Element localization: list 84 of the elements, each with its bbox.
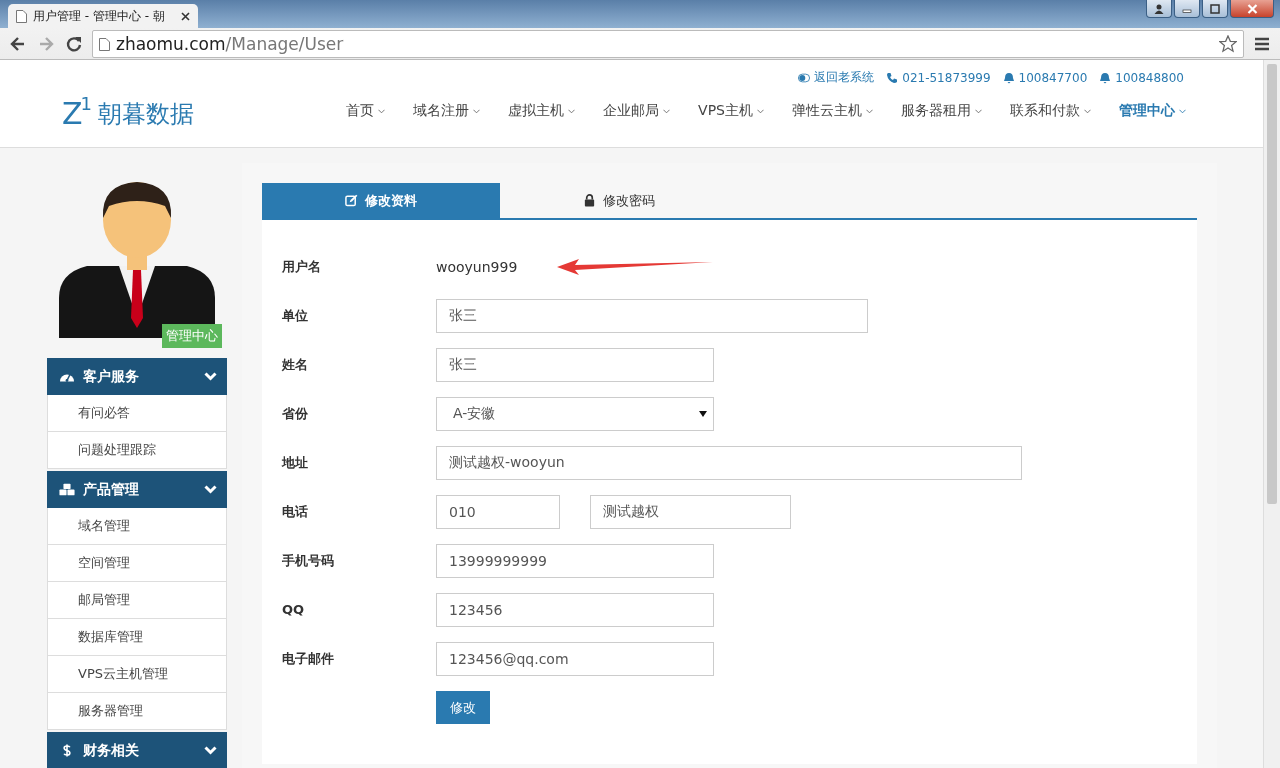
bell-icon	[1099, 71, 1112, 84]
page-icon	[99, 37, 110, 51]
nav-item[interactable]: 管理中心	[1105, 102, 1200, 120]
field-label: 地址	[282, 453, 309, 472]
chevron-down-icon	[204, 372, 217, 381]
field-label: 手机号码	[282, 551, 335, 570]
text-field[interactable]: 张三	[436, 347, 714, 382]
sidebar-item[interactable]: 有问必答	[47, 395, 227, 432]
field-label: QQ	[282, 602, 306, 617]
caret-icon	[699, 410, 707, 417]
close-button[interactable]	[1230, 0, 1274, 18]
user-icon	[1154, 3, 1164, 14]
page-icon	[16, 9, 27, 23]
header-link[interactable]: 100848800	[1099, 69, 1184, 86]
sidebar-item[interactable]: 服务器管理	[47, 693, 227, 730]
reload-icon[interactable]	[64, 34, 84, 54]
phone-icon	[886, 71, 899, 84]
province-dropdown[interactable]: A-安徽	[436, 396, 714, 431]
chevron-down-icon	[204, 485, 217, 494]
sidebar-section-header[interactable]: 客户服务	[47, 358, 227, 395]
user-button[interactable]	[1146, 0, 1172, 18]
maximize-button[interactable]	[1202, 0, 1228, 18]
lock-icon	[583, 194, 596, 207]
minimize-button[interactable]	[1174, 0, 1200, 18]
nav-item[interactable]: 首页	[332, 102, 400, 120]
sidebar-item[interactable]: 问题处理跟踪	[47, 432, 227, 469]
chevron-down-icon	[1179, 108, 1186, 114]
cubes-icon	[59, 483, 75, 496]
sidebar-section-header[interactable]: 产品管理	[47, 471, 227, 508]
text-field[interactable]: 测试越权-wooyun	[436, 445, 1022, 480]
nav-item[interactable]: 服务器租用	[887, 102, 996, 120]
text-field[interactable]: 张三	[436, 298, 868, 333]
area-code-field[interactable]: 010	[436, 494, 560, 529]
logo[interactable]: Z$^{1}$ 朝暮数据	[62, 94, 194, 134]
status-badge: 管理中心	[162, 324, 222, 348]
submit-button[interactable]: 修改	[436, 691, 490, 724]
address-bar[interactable]: zhaomu.com/Manage/User	[92, 30, 1244, 58]
close-icon	[1246, 3, 1258, 14]
star-icon[interactable]	[1219, 35, 1237, 53]
nav-item[interactable]: VPS主机	[684, 102, 778, 120]
chevron-down-icon	[975, 108, 982, 114]
field-label: 用户名	[282, 257, 322, 276]
field-label: 单位	[282, 306, 309, 325]
nav-item[interactable]: 弹性云主机	[778, 102, 887, 120]
tab[interactable]: 修改密码	[500, 183, 738, 218]
browser-tab[interactable]: 用户管理 - 管理中心 - 朝	[8, 4, 198, 28]
sidebar-item[interactable]: 邮局管理	[47, 582, 227, 619]
chevron-down-icon	[866, 108, 873, 114]
phone-field[interactable]: 测试越权	[590, 494, 791, 529]
header-link[interactable]: 返回老系统	[798, 69, 875, 86]
chevron-down-icon	[663, 108, 671, 114]
field-label: 电话	[282, 502, 309, 521]
text-field[interactable]: 13999999999	[436, 543, 714, 578]
text-field[interactable]: 123456@qq.com	[436, 641, 714, 676]
edit-icon	[345, 194, 358, 207]
chevron-down-icon	[378, 108, 386, 114]
chevron-down-icon	[1084, 108, 1091, 114]
maximize-icon	[1210, 3, 1220, 14]
sidebar-item[interactable]: 空间管理	[47, 545, 227, 582]
chevron-down-icon	[204, 746, 217, 755]
chevron-down-icon	[757, 108, 764, 114]
text-field[interactable]: 123456	[436, 592, 714, 627]
nav-item[interactable]: 企业邮局	[589, 102, 685, 120]
nav-item[interactable]: 域名注册	[399, 102, 495, 120]
nav-item[interactable]: 虚拟主机	[494, 102, 590, 120]
field-label: 电子邮件	[282, 649, 335, 668]
field-label: 姓名	[282, 355, 309, 374]
chevron-down-icon	[473, 108, 481, 114]
close-icon[interactable]	[181, 11, 190, 21]
scrollbar[interactable]	[1263, 60, 1280, 768]
bell-icon	[1002, 71, 1015, 84]
sidebar-item[interactable]: VPS云主机管理	[47, 656, 227, 693]
scrollbar-thumb[interactable]	[1267, 64, 1277, 504]
chevron-down-icon	[568, 108, 576, 114]
toggle-icon	[798, 71, 811, 84]
header-link[interactable]: 100847700	[1002, 69, 1088, 86]
username-text: wooyun999	[436, 258, 518, 275]
nav-item[interactable]: 联系和付款	[996, 102, 1105, 120]
sidebar-item[interactable]: 数据库管理	[47, 619, 227, 656]
sidebar-item[interactable]: 域名管理	[47, 508, 227, 545]
header-link[interactable]: 021-51873999	[886, 69, 991, 86]
tab[interactable]: 修改资料	[262, 183, 500, 218]
sidebar-section-header[interactable]: 财务相关	[47, 732, 227, 768]
field-label: 省份	[282, 404, 309, 423]
